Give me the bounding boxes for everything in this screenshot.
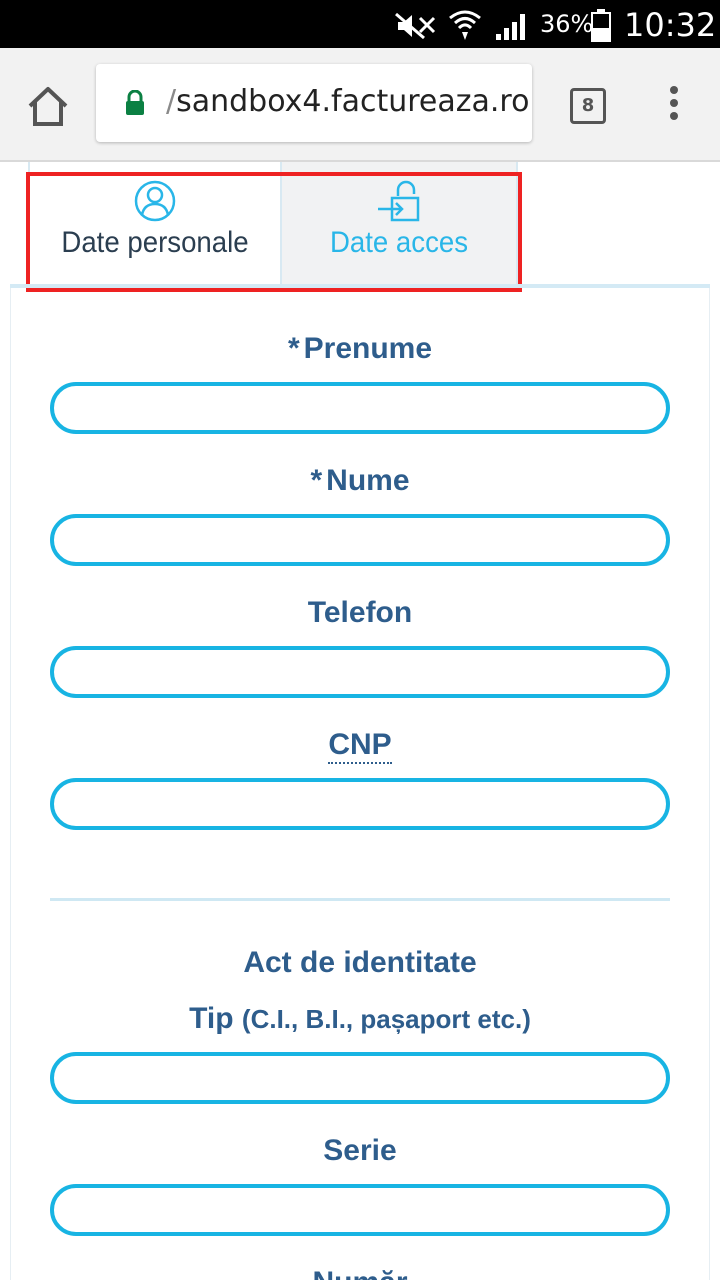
status-bar: 36% 10:32: [0, 0, 720, 48]
menu-icon[interactable]: [664, 86, 684, 126]
battery-percent: 36%: [540, 10, 594, 38]
cnp-abbr[interactable]: CNP: [328, 728, 392, 764]
lock-icon: [126, 90, 144, 115]
url-prefix: /: [166, 84, 177, 119]
telefon-label: Telefon: [307, 596, 413, 629]
serie-input[interactable]: [50, 1184, 670, 1236]
required-marker: *: [287, 332, 300, 365]
wifi-icon: [449, 10, 481, 40]
required-marker: *: [310, 464, 323, 497]
prenume-label: * Prenume: [0, 332, 720, 366]
prenume-input[interactable]: [50, 382, 670, 434]
nume-input[interactable]: [50, 514, 670, 566]
tab-date-acces[interactable]: Date acces: [282, 162, 518, 286]
tab-label: Date personale: [61, 226, 249, 259]
tip-hint: (C.I., B.I., pașaport etc.): [241, 1004, 531, 1034]
mute-icon: [395, 12, 436, 40]
tabs-icon[interactable]: 8: [570, 88, 606, 124]
nume-label-text: Nume: [326, 464, 410, 497]
url-text: /sandbox4.factureaza.ro: [166, 84, 529, 119]
tip-label: Tip (C.I., B.I., pașaport etc.): [0, 1002, 720, 1036]
prenume-label-text: Prenume: [303, 332, 433, 365]
signal-icon: [496, 14, 525, 40]
login-lock-icon: [378, 180, 420, 222]
page-content: Date personale Date acces * Prenume * Nume…: [0, 162, 720, 1280]
battery-icon: [591, 9, 611, 42]
clock: 10:32: [624, 6, 717, 44]
numar-label: Număr: [0, 1266, 720, 1280]
tip-label-text: Tip: [189, 1002, 234, 1035]
cnp-label[interactable]: CNP: [0, 728, 720, 764]
user-icon: [134, 180, 176, 222]
tip-input[interactable]: [50, 1052, 670, 1104]
tab-date-personale[interactable]: Date personale: [28, 162, 282, 286]
browser-toolbar: /sandbox4.factureaza.ro 8: [0, 48, 720, 162]
url-domain: sandbox4.factureaza.ro: [176, 84, 530, 119]
section-title: Act de identitate: [243, 946, 477, 979]
serie-label: Serie: [323, 1134, 397, 1167]
nume-label: * Nume: [0, 464, 720, 498]
home-icon[interactable]: [24, 84, 72, 128]
address-bar[interactable]: /sandbox4.factureaza.ro: [96, 64, 532, 142]
tab-label: Date acces: [329, 226, 469, 259]
telefon-input[interactable]: [50, 646, 670, 698]
section-divider: [50, 898, 670, 901]
cnp-input[interactable]: [50, 778, 670, 830]
